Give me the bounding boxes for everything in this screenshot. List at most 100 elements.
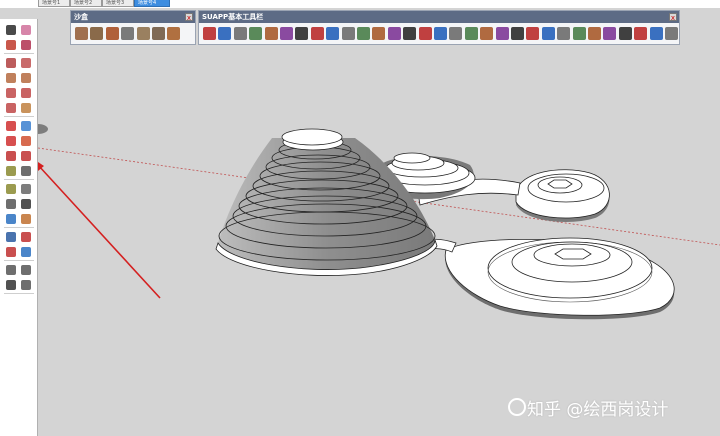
rectangle-icon-glyph	[6, 58, 16, 68]
zoom-extents-icon[interactable]	[5, 246, 17, 258]
suapp-tool-25-icon[interactable]	[572, 27, 586, 40]
section-plane-icon[interactable]	[20, 279, 32, 291]
scene-tab-3[interactable]: 场景号3	[102, 0, 134, 7]
suapp-tool-23-icon[interactable]	[541, 27, 555, 40]
zoom-window-icon[interactable]	[20, 231, 32, 243]
sandbox-tool-6-icon[interactable]	[152, 27, 165, 40]
previous-view-icon[interactable]	[20, 246, 32, 258]
suapp-toolbar-body	[199, 23, 679, 44]
section-plane-icon-glyph	[21, 280, 31, 290]
3d-text-icon[interactable]	[20, 198, 32, 210]
suapp-tool-30-icon[interactable]	[649, 27, 663, 40]
push-pull-icon[interactable]	[20, 120, 32, 132]
suapp-tool-24-icon[interactable]	[557, 27, 571, 40]
sandbox-tool-4-icon[interactable]	[121, 27, 135, 40]
toolbar-separator	[4, 53, 34, 54]
dimension-icon[interactable]	[20, 165, 32, 177]
suapp-tool-18-icon[interactable]	[464, 27, 478, 40]
sandbox-tool-5-icon[interactable]	[136, 27, 150, 40]
suapp-tool-10-icon[interactable]	[341, 27, 355, 40]
watermark-logo	[508, 398, 526, 416]
pie-icon[interactable]	[20, 87, 32, 99]
arc-icon[interactable]	[5, 87, 17, 99]
scale-icon[interactable]	[5, 150, 17, 162]
suapp-tool-15-icon[interactable]	[418, 27, 432, 40]
polygon-icon[interactable]	[20, 72, 32, 84]
suapp-tool-27-icon[interactable]	[603, 27, 617, 40]
suapp-tool-6-icon[interactable]	[280, 27, 293, 40]
freehand-icon[interactable]	[20, 39, 32, 51]
suapp-tool-2-icon[interactable]	[218, 27, 232, 40]
suapp-tool-22-icon[interactable]	[526, 27, 540, 40]
sandbox-tool-3-icon[interactable]	[105, 27, 119, 40]
pencil-icon[interactable]	[5, 39, 17, 51]
suapp-tool-16-icon[interactable]	[434, 27, 447, 40]
push-pull-icon-glyph	[21, 121, 31, 131]
sandbox-tool-1-icon[interactable]	[75, 27, 88, 40]
suapp-tool-21-icon[interactable]	[511, 27, 524, 40]
toolbar-separator	[4, 293, 34, 294]
suapp-tool-11-icon[interactable]	[357, 27, 370, 40]
suapp-tool-29-icon[interactable]	[634, 27, 648, 40]
tape-measure-icon-glyph	[6, 166, 16, 176]
position-camera-icon[interactable]	[5, 264, 17, 276]
follow-me-icon[interactable]	[20, 135, 32, 147]
sandbox-toolbar: 沙盒 x	[70, 10, 196, 45]
sandbox-tool-7-icon[interactable]	[167, 27, 181, 40]
watermark-text: 知乎 @绘西岗设计	[527, 400, 669, 420]
rotated-rectangle-icon-glyph	[21, 58, 31, 68]
protractor-icon[interactable]	[5, 183, 17, 195]
circle-icon[interactable]	[5, 72, 17, 84]
suapp-tool-1-icon[interactable]	[203, 27, 216, 40]
suapp-tool-19-icon[interactable]	[480, 27, 494, 40]
suapp-tool-31-icon[interactable]	[665, 27, 678, 40]
scene-tab-4[interactable]: 场景号4	[134, 0, 170, 7]
text-icon[interactable]	[20, 183, 32, 195]
select-icon-glyph	[6, 25, 16, 35]
scene-tab-1[interactable]: 场景号1	[38, 0, 70, 7]
offset-icon-glyph	[21, 151, 31, 161]
eraser-icon[interactable]	[20, 24, 32, 36]
pan-icon[interactable]	[20, 213, 32, 225]
suapp-tool-9-icon[interactable]	[326, 27, 340, 40]
suapp-tool-8-icon[interactable]	[310, 27, 324, 40]
suapp-tool-17-icon[interactable]	[449, 27, 463, 40]
suapp-tool-26-icon[interactable]	[588, 27, 601, 40]
two-point-arc-icon[interactable]	[20, 102, 32, 114]
sandbox-tool-2-icon[interactable]	[90, 27, 104, 40]
move-icon[interactable]	[5, 120, 17, 132]
suapp-tool-12-icon[interactable]	[372, 27, 386, 40]
orbit-icon[interactable]	[5, 213, 17, 225]
three-point-arc-icon[interactable]	[5, 102, 17, 114]
walk-icon[interactable]	[5, 279, 17, 291]
suapp-close-button[interactable]: x	[669, 13, 677, 22]
scene-tab-2[interactable]: 场景号2	[70, 0, 102, 7]
zoom-icon-glyph	[6, 232, 16, 242]
sandbox-close-button[interactable]: x	[185, 13, 193, 22]
axes-icon[interactable]	[5, 198, 17, 210]
eraser-icon-glyph	[21, 25, 31, 35]
suapp-tool-14-icon[interactable]	[403, 27, 417, 40]
suapp-tool-5-icon[interactable]	[264, 27, 278, 40]
suapp-tool-20-icon[interactable]	[495, 27, 509, 40]
zoom-icon[interactable]	[5, 231, 17, 243]
suapp-tool-28-icon[interactable]	[618, 27, 632, 40]
toolbar-separator	[4, 179, 34, 180]
sandbox-toolbar-title[interactable]: 沙盒	[71, 11, 195, 23]
suapp-tool-13-icon[interactable]	[387, 27, 401, 40]
zoom-window-icon-glyph	[21, 232, 31, 242]
suapp-tool-4-icon[interactable]	[249, 27, 263, 40]
suapp-tool-3-icon[interactable]	[233, 27, 247, 40]
rotate-icon[interactable]	[5, 135, 17, 147]
suapp-tool-7-icon[interactable]	[295, 27, 309, 40]
tape-measure-icon[interactable]	[5, 165, 17, 177]
viewport-3d[interactable]	[38, 47, 720, 436]
look-around-icon[interactable]	[20, 264, 32, 276]
offset-icon[interactable]	[20, 150, 32, 162]
rotated-rectangle-icon[interactable]	[20, 57, 32, 69]
suapp-toolbar-title[interactable]: SUAPP基本工具栏	[199, 11, 679, 23]
select-icon[interactable]	[5, 24, 17, 36]
rectangle-icon[interactable]	[5, 57, 17, 69]
partial-object	[38, 124, 48, 134]
scale-icon-glyph	[6, 151, 16, 161]
